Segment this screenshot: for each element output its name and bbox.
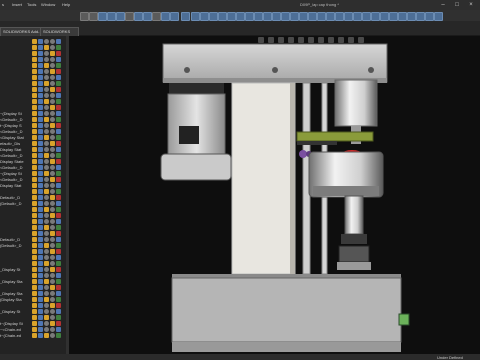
central-column-shadow (290, 83, 295, 274)
grid-icon[interactable] (170, 12, 179, 21)
tree-status-icon (38, 333, 43, 338)
graphics-viewport[interactable] (69, 36, 480, 354)
section-view-hud-icon[interactable] (288, 37, 294, 43)
machine-base-plate (172, 342, 401, 352)
machine-base-top (172, 274, 401, 278)
gear-bracket (296, 131, 374, 142)
section-icon[interactable] (425, 12, 434, 21)
window-title: D09P_lap cap thong * (300, 2, 339, 7)
top-plate (162, 43, 388, 83)
mass-properties-icon[interactable] (308, 12, 317, 21)
maximize-icon[interactable]: □ (452, 1, 462, 9)
hide-show-icon[interactable] (344, 12, 353, 21)
zoom-to-fit-icon[interactable] (258, 37, 264, 43)
print-icon[interactable] (125, 12, 134, 21)
view-settings-icon[interactable] (371, 12, 380, 21)
motor-label (179, 126, 199, 144)
machine-base (171, 277, 402, 343)
mate-icon[interactable] (200, 12, 209, 21)
interference-icon[interactable] (245, 12, 254, 21)
status-bar (0, 354, 480, 360)
normal-to-icon[interactable] (407, 12, 416, 21)
smart-fasteners-icon[interactable] (281, 12, 290, 21)
minimize-icon[interactable]: – (438, 1, 448, 9)
tree-status-icon (32, 333, 37, 338)
central-column (231, 82, 296, 275)
redo-icon[interactable] (89, 12, 98, 21)
rotate-icon[interactable] (389, 12, 398, 21)
select-icon[interactable] (98, 12, 107, 21)
menu-item-window[interactable]: Window (41, 2, 55, 7)
chuck (341, 234, 367, 244)
zoom-icon[interactable] (380, 12, 389, 21)
status-text: Under Defined (437, 355, 463, 360)
tree-status-icon (50, 333, 55, 338)
edit-appearance-hud-icon[interactable] (328, 37, 334, 43)
linear-pattern-icon[interactable] (317, 12, 326, 21)
chuck-spring (338, 245, 370, 263)
previous-view-icon[interactable] (278, 37, 284, 43)
menu-item-help[interactable]: Help (62, 2, 70, 7)
assembly-icon[interactable] (191, 12, 200, 21)
appearance-icon[interactable] (272, 12, 281, 21)
base-green-button-icon (398, 313, 410, 326)
save-icon[interactable] (116, 12, 125, 21)
undo-icon[interactable] (80, 12, 89, 21)
display-style-hud-icon[interactable] (308, 37, 314, 43)
monitor-icon[interactable] (358, 37, 364, 43)
bracket-bar (297, 141, 337, 145)
tree-item-label: t~(Chain-ed (0, 333, 22, 338)
search-icon[interactable] (161, 12, 170, 21)
toolbar-separator-icon (152, 12, 161, 21)
hide-items-icon[interactable] (318, 37, 324, 43)
menu-item-tools[interactable]: Tools (27, 2, 36, 7)
menu-item-s[interactable]: s (2, 2, 4, 7)
heads-up-view-toolbar (258, 36, 370, 44)
apply-scene-icon[interactable] (338, 37, 344, 43)
standard-views-icon[interactable] (416, 12, 425, 21)
edit-appearance-icon[interactable] (353, 12, 362, 21)
zoom-area-icon[interactable] (268, 37, 274, 43)
pattern-icon[interactable] (218, 12, 227, 21)
tree-status-icon (44, 333, 49, 338)
section-view-icon[interactable] (254, 12, 263, 21)
view-icon[interactable] (143, 12, 152, 21)
motor-cap (160, 153, 232, 181)
options-icon[interactable] (134, 12, 143, 21)
bolt-head-icon (272, 67, 278, 73)
tree-status-icon (56, 333, 61, 338)
bolt-head-icon (184, 67, 190, 73)
view-settings-hud-icon[interactable] (348, 37, 354, 43)
mirror-icon[interactable] (227, 12, 236, 21)
measure-icon[interactable] (263, 12, 272, 21)
move-component-icon[interactable] (209, 12, 218, 21)
cursor-icon[interactable] (181, 12, 190, 21)
bolt-head-icon (368, 67, 374, 73)
hole-wizard-icon[interactable] (299, 12, 308, 21)
motor-mount (169, 83, 224, 95)
rebuild-icon[interactable] (107, 12, 116, 21)
scene-icon[interactable] (362, 12, 371, 21)
menu-bar: s Insert Tools Window Help D09P_lap cap … (0, 0, 480, 10)
menu-item-insert[interactable]: Insert (12, 2, 22, 7)
view-orientation-icon[interactable] (298, 37, 304, 43)
pan-icon[interactable] (398, 12, 407, 21)
gear-icon (299, 150, 307, 158)
spindle (344, 195, 364, 235)
close-icon[interactable]: × (466, 1, 476, 9)
capping-head-bottom (313, 186, 379, 196)
chuck-tip (337, 262, 371, 270)
instant3d-icon[interactable] (326, 12, 335, 21)
reference-geometry-icon[interactable] (290, 12, 299, 21)
exploded-view-icon[interactable] (236, 12, 245, 21)
air-cylinder (334, 79, 378, 127)
evaluate-icon[interactable] (434, 12, 443, 21)
display-style-icon[interactable] (335, 12, 344, 21)
cad-model[interactable] (69, 36, 480, 354)
tree-item[interactable]: t~(Chain-ed (0, 332, 66, 339)
